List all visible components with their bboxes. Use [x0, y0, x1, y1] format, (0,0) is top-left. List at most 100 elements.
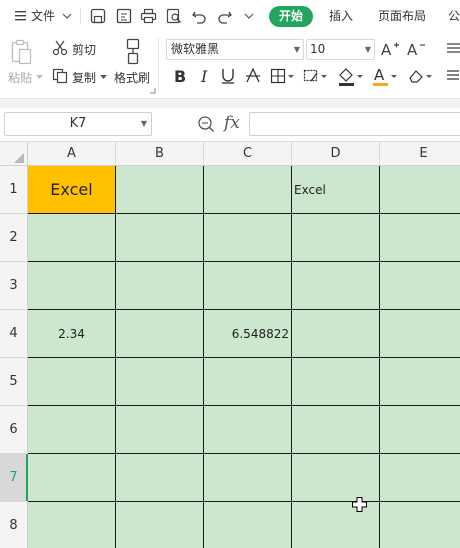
column-header-e[interactable]: E — [380, 142, 460, 166]
cell-e2[interactable] — [380, 214, 460, 262]
cell-c7[interactable] — [204, 454, 292, 502]
row-header-8[interactable]: 8 — [0, 502, 28, 548]
save-icon[interactable] — [90, 8, 106, 24]
cell-b6[interactable] — [116, 406, 204, 454]
copy-icon[interactable] — [52, 68, 68, 84]
cell-c3[interactable] — [204, 262, 292, 310]
file-menu[interactable]: 文件 — [31, 0, 55, 32]
cell-b3[interactable] — [116, 262, 204, 310]
cell-area[interactable]: Excel Excel 2.34 6.548822 — [28, 166, 460, 548]
print-icon[interactable] — [140, 8, 157, 24]
cell-a7[interactable] — [28, 454, 116, 502]
font-name-select[interactable]: 微软雅黑 ▼ — [166, 39, 304, 60]
cell-d1[interactable]: Excel — [292, 166, 380, 214]
cell-c4[interactable]: 6.548822 — [204, 310, 292, 358]
cell-d3[interactable] — [292, 262, 380, 310]
row-header-6[interactable]: 6 — [0, 406, 28, 454]
italic-icon[interactable]: I — [198, 67, 214, 85]
copy-button[interactable]: 复制 — [72, 69, 96, 86]
cell-e1[interactable] — [380, 166, 460, 214]
tab-formulas[interactable]: 公 — [448, 0, 460, 32]
row-header-1[interactable]: 1 — [0, 166, 28, 214]
paste-icon[interactable] — [10, 38, 34, 66]
cell-d4[interactable] — [292, 310, 380, 358]
cell-b8[interactable] — [116, 502, 204, 548]
print-preview-icon[interactable] — [166, 8, 182, 24]
cell-select-cursor-icon — [352, 497, 367, 512]
quick-access-dropdown-icon[interactable] — [244, 13, 254, 21]
scissors-icon[interactable] — [52, 40, 68, 56]
bold-icon[interactable]: B — [172, 67, 188, 85]
cell-a1[interactable]: Excel — [28, 166, 116, 214]
tab-page-layout[interactable]: 页面布局 — [378, 0, 426, 32]
cell-b5[interactable] — [116, 358, 204, 406]
cell-a5[interactable] — [28, 358, 116, 406]
paste-button-label[interactable]: 粘贴 — [8, 69, 32, 86]
cell-d6[interactable] — [292, 406, 380, 454]
cell-a2[interactable] — [28, 214, 116, 262]
undo-icon[interactable] — [191, 8, 207, 24]
formula-input[interactable] — [249, 112, 460, 136]
zoom-search-icon[interactable] — [197, 115, 215, 133]
column-header-d[interactable]: D — [292, 142, 380, 166]
hamburger-menu-icon[interactable] — [15, 10, 29, 22]
row-header-7[interactable]: 7 — [0, 454, 28, 502]
fill-color-icon[interactable] — [337, 66, 365, 86]
redo-icon[interactable] — [217, 8, 233, 24]
cell-e7[interactable] — [380, 454, 460, 502]
column-header-b[interactable]: B — [116, 142, 204, 166]
row-header-4[interactable]: 4 — [0, 310, 28, 358]
tab-insert[interactable]: 插入 — [329, 0, 353, 32]
cell-c8[interactable] — [204, 502, 292, 548]
cell-c2[interactable] — [204, 214, 292, 262]
font-size-select[interactable]: 10 ▼ — [306, 39, 375, 60]
export-pdf-icon[interactable] — [116, 8, 132, 24]
cell-c6[interactable] — [204, 406, 292, 454]
paste-dropdown-icon[interactable] — [36, 75, 44, 81]
borders-icon[interactable] — [270, 67, 296, 85]
cell-e4[interactable] — [380, 310, 460, 358]
row-header-3[interactable]: 3 — [0, 262, 28, 310]
row-header-2[interactable]: 2 — [0, 214, 28, 262]
column-header-c[interactable]: C — [204, 142, 292, 166]
cell-a4[interactable]: 2.34 — [28, 310, 116, 358]
cell-b2[interactable] — [116, 214, 204, 262]
cell-e3[interactable] — [380, 262, 460, 310]
insert-function-button[interactable]: fx — [224, 113, 240, 133]
cell-d2[interactable] — [292, 214, 380, 262]
cell-e6[interactable] — [380, 406, 460, 454]
cell-e5[interactable] — [380, 358, 460, 406]
row-header-5[interactable]: 5 — [0, 358, 28, 406]
cell-c1[interactable] — [204, 166, 292, 214]
chevron-down-icon[interactable] — [62, 13, 72, 21]
indent-icon[interactable] — [446, 42, 460, 58]
strikethrough-icon[interactable] — [245, 67, 261, 85]
cell-style-icon[interactable] — [303, 67, 329, 85]
tab-home[interactable]: 开始 — [269, 6, 313, 27]
cell-b7[interactable] — [116, 454, 204, 502]
increase-font-size-icon[interactable]: A — [381, 40, 401, 58]
format-painter-icon[interactable] — [123, 38, 143, 66]
column-header-a[interactable]: A — [28, 142, 116, 166]
cut-button[interactable]: 剪切 — [72, 41, 96, 58]
decrease-font-size-icon[interactable]: A — [407, 40, 427, 58]
cell-a6[interactable] — [28, 406, 116, 454]
copy-dropdown-icon[interactable] — [100, 75, 108, 81]
select-all-corner[interactable] — [0, 142, 28, 166]
cell-a8[interactable] — [28, 502, 116, 548]
cell-b4[interactable] — [116, 310, 204, 358]
cell-b1[interactable] — [116, 166, 204, 214]
name-box[interactable]: K7 ▼ — [4, 112, 152, 136]
format-painter-button[interactable]: 格式刷 — [114, 69, 150, 86]
align-icon[interactable] — [446, 68, 460, 86]
clipboard-launcher-icon[interactable] — [150, 88, 156, 94]
cell-d7[interactable] — [292, 454, 380, 502]
clear-format-icon[interactable] — [407, 66, 433, 86]
cell-e8[interactable] — [380, 502, 460, 548]
cell-d5[interactable] — [292, 358, 380, 406]
font-color-icon[interactable]: A — [372, 66, 398, 86]
cell-c5[interactable] — [204, 358, 292, 406]
spreadsheet-grid: A B C D E 1 2 3 4 5 6 7 8 Excel Excel 2.… — [0, 142, 460, 548]
cell-a3[interactable] — [28, 262, 116, 310]
underline-icon[interactable] — [220, 67, 236, 85]
